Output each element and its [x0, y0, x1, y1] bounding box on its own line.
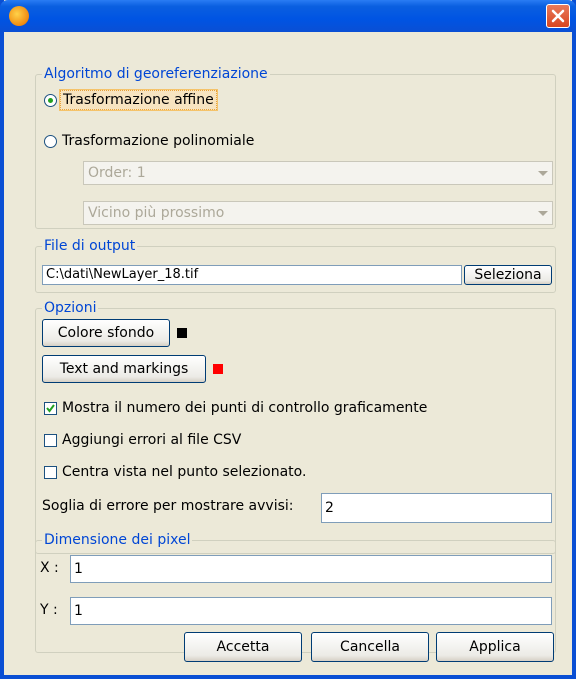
checkmark-icon — [46, 403, 55, 413]
show-points-checkbox[interactable]: Mostra il numero dei punti di controllo … — [44, 397, 427, 419]
show-points-check[interactable] — [44, 401, 57, 415]
y-label: Y : — [40, 602, 58, 618]
background-color-button[interactable]: Colore sfondo — [42, 319, 170, 347]
select-file-button[interactable]: Seleziona — [464, 265, 552, 285]
threshold-label: Soglia di errore per mostrare avvisi: — [42, 498, 294, 514]
pixel-x-input[interactable]: 1 — [70, 555, 552, 583]
threshold-input[interactable]: 2 — [321, 493, 552, 523]
algorithm-group: Algoritmo di georeferenziazione Trasform… — [35, 65, 556, 229]
order-select-value: Order: 1 — [88, 165, 146, 181]
title-bar[interactable] — [0, 0, 576, 32]
radio-polynomial[interactable]: Trasformazione polinomiale — [44, 130, 256, 152]
chevron-down-icon — [538, 171, 548, 176]
add-errors-check[interactable] — [44, 433, 57, 447]
output-path-input[interactable]: C:\dati\NewLayer_18.tif — [42, 265, 462, 285]
chevron-down-icon — [538, 211, 548, 216]
interpolation-select[interactable]: Vicino più prossimo — [83, 201, 553, 225]
close-button[interactable] — [546, 4, 570, 28]
center-view-checkbox[interactable]: Centra vista nel punto selezionato. — [44, 461, 306, 483]
accept-button[interactable]: Accetta — [184, 632, 302, 662]
interpolation-select-value: Vicino più prossimo — [88, 205, 225, 221]
radio-affine-label[interactable]: Trasformazione affine — [59, 89, 218, 111]
radio-polynomial-indicator[interactable] — [44, 134, 57, 148]
output-group: File di output C:\dati\NewLayer_18.tif S… — [35, 237, 556, 293]
pixel-size-group-title: Dimensione dei pixel — [42, 531, 193, 549]
cancel-button[interactable]: Cancella — [311, 632, 429, 662]
dialog-window: Algoritmo di georeferenziazione Trasform… — [0, 0, 576, 679]
apply-button[interactable]: Applica — [436, 632, 554, 662]
center-view-label[interactable]: Centra vista nel punto selezionato. — [62, 464, 306, 480]
background-color-swatch — [177, 328, 187, 338]
show-points-label[interactable]: Mostra il numero dei punti di controllo … — [62, 400, 427, 416]
add-errors-label[interactable]: Aggiungi errori al file CSV — [62, 432, 241, 448]
text-markings-swatch — [213, 364, 223, 374]
pixel-y-input[interactable]: 1 — [70, 597, 552, 625]
output-group-title: File di output — [42, 237, 138, 255]
dialog-content: Algoritmo di georeferenziazione Trasform… — [4, 32, 572, 675]
center-view-check[interactable] — [44, 465, 57, 479]
radio-affine-indicator[interactable] — [44, 93, 57, 107]
app-logo-icon — [9, 6, 29, 26]
x-label: X : — [40, 560, 59, 576]
algorithm-group-title: Algoritmo di georeferenziazione — [42, 65, 270, 83]
add-errors-checkbox[interactable]: Aggiungi errori al file CSV — [44, 429, 241, 451]
text-markings-button[interactable]: Text and markings — [42, 355, 206, 383]
options-group: Opzioni Colore sfondo Text and markings … — [35, 299, 556, 554]
close-icon — [551, 9, 565, 23]
radio-affine[interactable]: Trasformazione affine — [44, 89, 218, 111]
options-group-title: Opzioni — [42, 299, 99, 317]
radio-polynomial-label[interactable]: Trasformazione polinomiale — [60, 132, 256, 150]
order-select[interactable]: Order: 1 — [83, 161, 553, 185]
